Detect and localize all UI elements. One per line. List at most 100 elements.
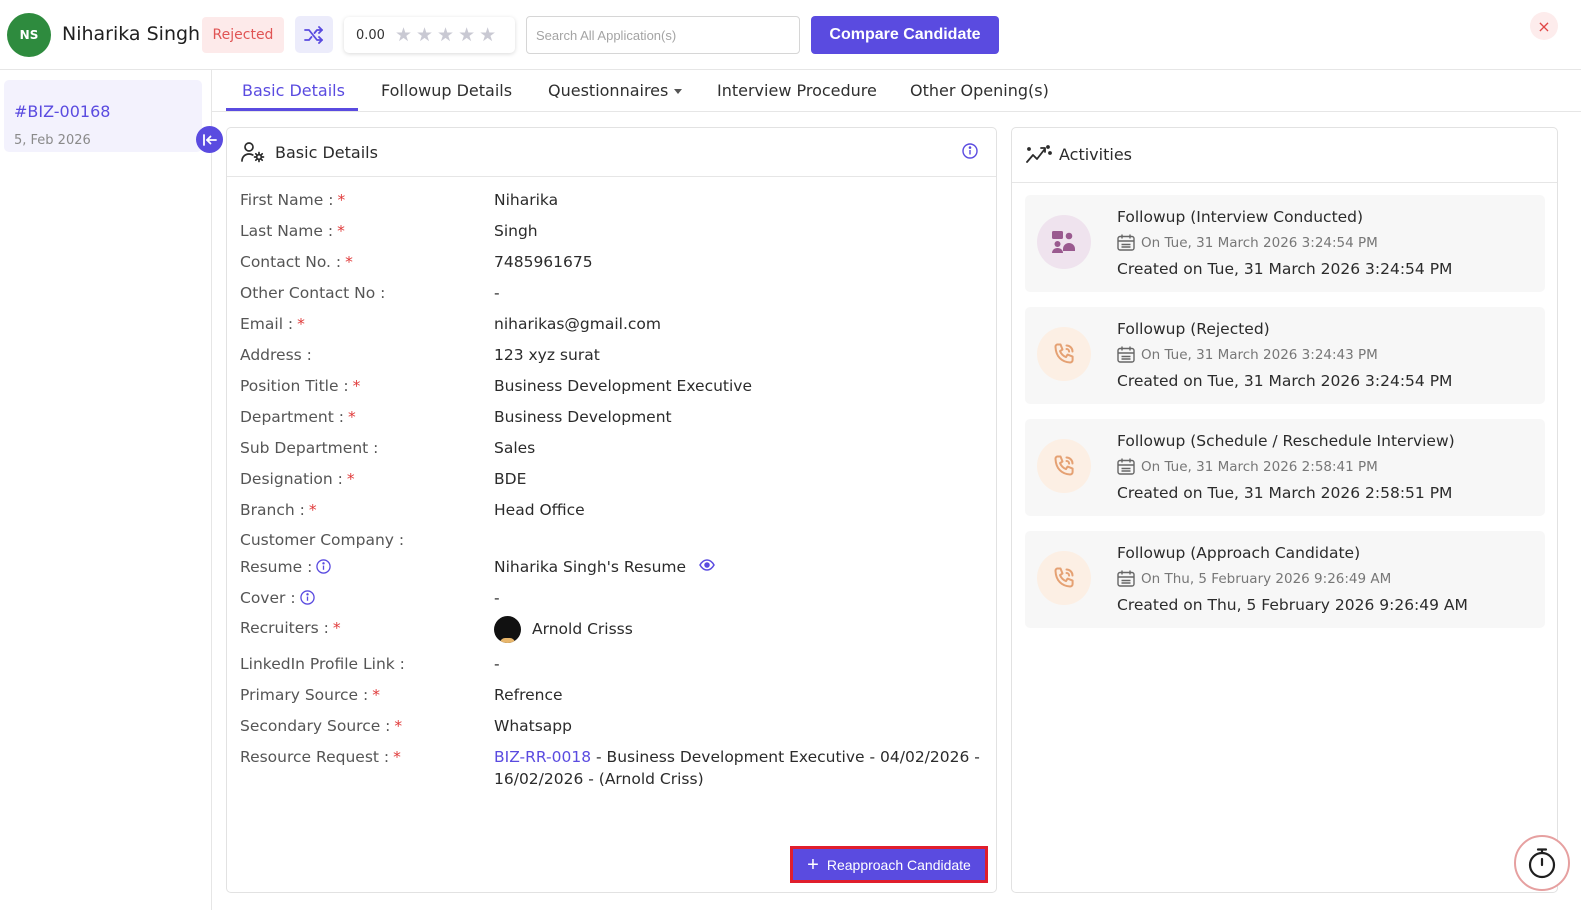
basic-details-title: Basic Details — [275, 143, 378, 162]
field-value: Sales — [494, 439, 536, 457]
star-icon[interactable]: ★ — [458, 25, 475, 45]
activity-title: Followup (Rejected) — [1117, 320, 1270, 338]
resource-request-link[interactable]: BIZ-RR-0018 — [494, 748, 591, 766]
phone-icon — [1054, 567, 1074, 588]
field-label: Other Contact No : — [240, 284, 386, 302]
field-value: Business Development — [494, 408, 672, 426]
resume-link[interactable]: Niharika Singh's Resume — [494, 558, 715, 576]
field-label: Secondary Source : — [240, 717, 391, 735]
field-value: Niharika — [494, 191, 559, 209]
field-value: Whatsapp — [494, 717, 572, 735]
activity-item: Followup (Interview Conducted) On Tue, 3… — [1025, 195, 1545, 292]
calendar-icon — [1117, 346, 1135, 363]
field-value: Refrence — [494, 686, 563, 704]
field-value: Niharika Singh's Resume — [494, 558, 687, 576]
recruiter: Arnold Crisss — [494, 616, 633, 643]
field-value: Arnold Crisss — [532, 620, 633, 638]
activity-chart-icon — [1026, 145, 1052, 163]
activity-date: On Tue, 31 March 2026 2:58:41 PM — [1141, 458, 1378, 475]
shuffle-icon — [304, 25, 323, 44]
tab-basic-details[interactable]: Basic Details — [242, 81, 345, 100]
tab-bar: Basic Details Followup Details Questionn… — [212, 70, 1581, 112]
field-value: - — [494, 655, 500, 673]
field-label: Recruiters : — [240, 619, 329, 637]
field-label: Primary Source : — [240, 686, 369, 704]
field-label: Sub Department : — [240, 439, 379, 457]
info-icon[interactable] — [316, 559, 332, 574]
field-value: BDE — [494, 470, 527, 488]
field-label: Customer Company : — [240, 531, 405, 549]
reapproach-candidate-button[interactable]: + Reapproach Candidate — [790, 846, 988, 883]
field-label: Resource Request : — [240, 748, 390, 766]
field-label: Resume : — [240, 558, 313, 576]
field-value: niharikas@gmail.com — [494, 315, 661, 333]
rating-value: 0.00 — [356, 27, 385, 43]
star-icon[interactable]: ★ — [437, 25, 454, 45]
resource-request-detail-line2: 16/02/2026 - (Arnold Criss) — [494, 770, 704, 788]
activity-date: On Tue, 31 March 2026 3:24:43 PM — [1141, 346, 1378, 363]
active-tab-indicator — [226, 108, 358, 111]
activities-card: Activities Followup (Interview Conducted… — [1011, 127, 1558, 893]
collapse-left-icon — [202, 133, 217, 146]
calendar-icon — [1117, 570, 1135, 587]
activity-item: Followup (Approach Candidate) On Thu, 5 … — [1025, 531, 1545, 628]
compare-candidate-button[interactable]: Compare Candidate — [811, 16, 999, 54]
activity-date: On Thu, 5 February 2026 9:26:49 AM — [1141, 570, 1392, 587]
activity-item: Followup (Rejected) On Tue, 31 March 202… — [1025, 307, 1545, 404]
required-marker: * — [393, 748, 401, 766]
tab-questionnaires[interactable]: Questionnaires — [548, 81, 683, 100]
application-date: 5, Feb 2026 — [14, 133, 91, 148]
activity-title: Followup (Approach Candidate) — [1117, 544, 1361, 562]
candidate-avatar: NS — [7, 13, 51, 57]
activity-created: Created on Tue, 31 March 2026 3:24:54 PM — [1117, 372, 1453, 390]
field-value: Singh — [494, 222, 538, 240]
calendar-icon — [1117, 458, 1135, 475]
required-marker: * — [346, 470, 355, 488]
required-marker: * — [347, 408, 356, 426]
shuffle-button[interactable] — [295, 16, 333, 53]
activity-title: Followup (Interview Conducted) — [1117, 208, 1364, 226]
tab-questionnaires-label: Questionnaires — [548, 81, 669, 100]
application-card[interactable]: #BIZ-00168 5, Feb 2026 — [4, 80, 202, 152]
recruiter-avatar — [494, 616, 521, 643]
basic-details-header: Basic Details — [227, 128, 996, 177]
star-icon[interactable]: ★ — [395, 25, 412, 45]
interview-icon — [1052, 231, 1075, 253]
activity-item: Followup (Schedule / Reschedule Intervie… — [1025, 419, 1545, 516]
field-label: Branch : — [240, 501, 305, 519]
status-badge: Rejected — [202, 17, 284, 53]
field-label: Address : — [240, 346, 312, 364]
eye-icon[interactable] — [699, 559, 715, 571]
plus-icon: + — [807, 853, 819, 876]
field-value: 123 xyz surat — [494, 346, 600, 364]
field-label: Position Title : — [240, 377, 349, 395]
field-label: Last Name : — [240, 222, 334, 240]
search-input[interactable] — [526, 16, 800, 54]
activity-date: On Tue, 31 March 2026 3:24:54 PM — [1141, 234, 1378, 251]
activities-header: Activities — [1012, 128, 1557, 183]
field-label: LinkedIn Profile Link : — [240, 655, 405, 673]
required-marker: * — [297, 315, 305, 333]
required-marker: * — [372, 686, 380, 704]
close-icon[interactable]: × — [1530, 12, 1558, 40]
star-icon[interactable]: ★ — [479, 25, 496, 45]
field-label: Email : — [240, 315, 294, 333]
collapse-sidebar-button[interactable] — [196, 126, 223, 153]
required-marker: * — [337, 191, 346, 209]
info-icon[interactable] — [962, 143, 978, 159]
field-label: Cover : — [240, 589, 296, 607]
field-value: - — [494, 589, 500, 607]
rating-box: 0.00 ★ ★ ★ ★ ★ — [344, 17, 515, 53]
timer-button[interactable] — [1514, 835, 1570, 891]
tab-followup-details[interactable]: Followup Details — [381, 81, 512, 100]
reapproach-label: Reapproach Candidate — [826, 856, 971, 873]
resource-request-value: BIZ-RR-0018 - Business Development Execu… — [494, 746, 980, 790]
phone-icon — [1054, 343, 1074, 364]
info-icon[interactable] — [299, 590, 315, 605]
activity-title: Followup (Schedule / Reschedule Intervie… — [1117, 432, 1455, 450]
activity-created: Created on Tue, 31 March 2026 2:58:51 PM — [1117, 484, 1453, 502]
tab-other-openings[interactable]: Other Opening(s) — [910, 81, 1049, 100]
star-icon[interactable]: ★ — [416, 25, 433, 45]
field-label: Contact No. : — [240, 253, 342, 271]
tab-interview-procedure[interactable]: Interview Procedure — [717, 81, 877, 100]
